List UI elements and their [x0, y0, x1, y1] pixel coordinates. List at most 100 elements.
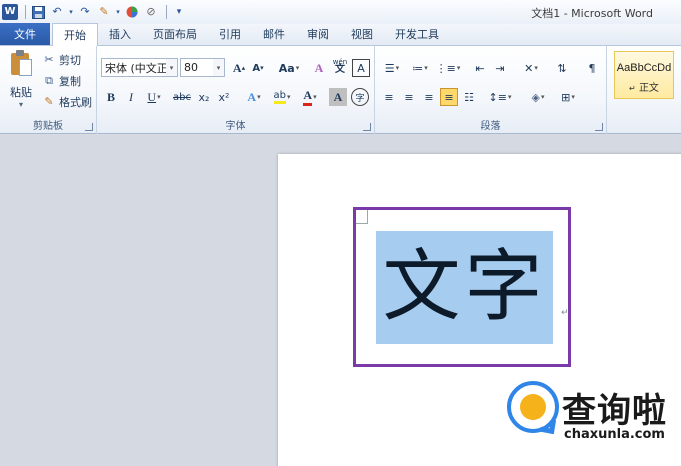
font-group-label: 字体: [225, 121, 246, 132]
color-wheel-icon[interactable]: [124, 4, 140, 20]
show-marks-button[interactable]: ¶: [583, 59, 601, 77]
font-size-select[interactable]: 80 ▾: [180, 58, 225, 77]
text-selection[interactable]: 文字 ↵: [376, 231, 569, 344]
numbering-button[interactable]: ≔ ▾: [408, 59, 432, 77]
borders-button[interactable]: ⊞ ▾: [555, 88, 581, 106]
align-center-button[interactable]: ≡: [400, 88, 418, 106]
strikethrough-button[interactable]: abc: [171, 88, 193, 106]
text-box[interactable]: 文字 ↵: [353, 207, 571, 367]
paste-dropdown-icon[interactable]: ▾: [6, 100, 36, 109]
highlight-button[interactable]: ab ▾: [269, 88, 295, 106]
font-color-button[interactable]: A ▾: [298, 88, 322, 106]
tab-review[interactable]: 审阅: [296, 23, 340, 45]
sort-button[interactable]: ⇅: [553, 59, 571, 77]
ribbon-tabs: 文件 开始 插入 页面布局 引用 邮件 审阅 视图 开发工具: [0, 23, 681, 46]
clipboard-group-label: 剪贴板: [33, 121, 63, 132]
paragraph-group-label: 段落: [480, 121, 501, 132]
style-sample-text: AaBbCcDd: [616, 62, 672, 74]
brush-dropdown-icon[interactable]: ▾: [115, 4, 121, 20]
paragraph-launcher-icon[interactable]: [595, 123, 603, 131]
bold-button[interactable]: B: [102, 88, 120, 106]
redo-icon[interactable]: ↷: [77, 4, 93, 20]
font-name-select[interactable]: 宋体 (中文正 ▾: [101, 58, 178, 77]
style-name: ↵ 正文: [615, 79, 673, 94]
sort-icon: ⇅: [557, 61, 567, 75]
style-normal[interactable]: AaBbCcDd ↵ 正文: [614, 51, 674, 99]
document-text[interactable]: 文字: [376, 241, 553, 333]
text-effects-button[interactable]: A ▾: [242, 88, 266, 106]
justify-button[interactable]: ≡: [440, 88, 458, 106]
clear-formatting-icon: A: [314, 60, 324, 75]
cut-label: 剪切: [59, 53, 81, 67]
style-name-label: 正文: [638, 83, 659, 94]
distributed-button[interactable]: ☷: [460, 88, 478, 106]
cut-button[interactable]: ✂ 剪切: [42, 51, 81, 68]
chevron-down-icon: ▾: [166, 59, 177, 76]
customize-qat-icon[interactable]: ▾: [171, 4, 187, 20]
subscript-icon: x₂: [198, 90, 210, 104]
shading-button[interactable]: ◈ ▾: [525, 88, 551, 106]
watermark-url: chaxunla.com: [564, 427, 665, 442]
shrink-font-button[interactable]: A ▾: [249, 59, 267, 77]
distributed-icon: ☷: [464, 90, 474, 104]
italic-icon: I: [129, 89, 133, 104]
word-logo-icon[interactable]: W: [2, 4, 18, 20]
clipboard-launcher-icon[interactable]: [85, 123, 93, 131]
enclose-characters-button[interactable]: 字: [351, 88, 369, 106]
chinese-layout-icon: ✕: [524, 61, 534, 75]
chinese-layout-button[interactable]: ✕ ▾: [518, 59, 544, 77]
highlight-icon: ab: [273, 90, 286, 104]
paste-label: 粘贴: [10, 86, 32, 99]
scissors-icon: ✂: [44, 53, 54, 66]
copy-icon: ⧉: [45, 73, 53, 87]
font-color-icon: A: [303, 88, 313, 106]
bold-icon: B: [106, 89, 115, 104]
change-case-icon: Aa: [278, 61, 295, 75]
align-right-button[interactable]: ≡: [420, 88, 438, 106]
clear-formatting-button[interactable]: A: [310, 59, 328, 77]
increase-indent-button[interactable]: ⇥: [491, 59, 509, 77]
character-shading-button[interactable]: A: [329, 88, 347, 106]
grow-font-button[interactable]: A ▴: [230, 59, 248, 77]
phonetic-guide-button[interactable]: wén 文: [331, 57, 349, 75]
format-painter-button[interactable]: ✎ 格式刷: [42, 93, 92, 110]
brush-icon: ✎: [44, 95, 54, 108]
tab-view[interactable]: 视图: [340, 23, 384, 45]
watermark-logo: 查询啦 chaxunla.com: [507, 381, 681, 451]
align-left-button[interactable]: ≡: [380, 88, 398, 106]
superscript-button[interactable]: x²: [215, 88, 233, 106]
font-launcher-icon[interactable]: [363, 123, 371, 131]
save-icon[interactable]: [30, 4, 46, 20]
brush-icon[interactable]: ✎: [96, 4, 112, 20]
italic-button[interactable]: I: [122, 88, 140, 106]
ribbon: 粘贴 ▾ ✂ 剪切 ⧉ 复制 ✎ 格式刷 剪贴板 宋体 (中文正 ▾ 80 ▾ …: [0, 46, 681, 134]
line-spacing-button[interactable]: ↕≡ ▾: [487, 88, 513, 106]
tab-mailings[interactable]: 邮件: [252, 23, 296, 45]
multilevel-list-button[interactable]: ⋮≡ ▾: [436, 59, 461, 77]
paste-button[interactable]: 粘贴 ▾: [6, 50, 36, 109]
undo-dropdown-icon[interactable]: ▾: [68, 4, 74, 20]
copy-button[interactable]: ⧉ 复制: [42, 72, 81, 89]
line-spacing-icon: ↕≡: [488, 90, 507, 104]
character-border-button[interactable]: A: [352, 59, 370, 77]
paste-icon: [8, 50, 34, 78]
bullets-button[interactable]: ☰ ▾: [380, 59, 404, 77]
decrease-indent-button[interactable]: ⇤: [471, 59, 489, 77]
tab-page-layout[interactable]: 页面布局: [142, 23, 208, 45]
tab-developer[interactable]: 开发工具: [384, 23, 450, 45]
tab-references[interactable]: 引用: [208, 23, 252, 45]
underline-button[interactable]: U ▾: [142, 88, 166, 106]
watermark-title: 查询啦: [562, 391, 667, 431]
tab-file[interactable]: 文件: [0, 23, 50, 45]
undo-icon[interactable]: ↶: [49, 4, 65, 20]
font-name-value: 宋体 (中文正: [105, 61, 168, 75]
character-shading-icon: A: [333, 89, 343, 104]
format-painter-label: 格式刷: [59, 95, 92, 109]
subscript-button[interactable]: x₂: [195, 88, 213, 106]
grow-font-icon: A: [232, 60, 242, 75]
decrease-indent-icon: ⇤: [475, 61, 485, 75]
tab-insert[interactable]: 插入: [98, 23, 142, 45]
clear-format-icon[interactable]: ⊘: [143, 4, 159, 20]
change-case-button[interactable]: Aa ▾: [276, 59, 302, 77]
tab-home[interactable]: 开始: [52, 23, 98, 46]
